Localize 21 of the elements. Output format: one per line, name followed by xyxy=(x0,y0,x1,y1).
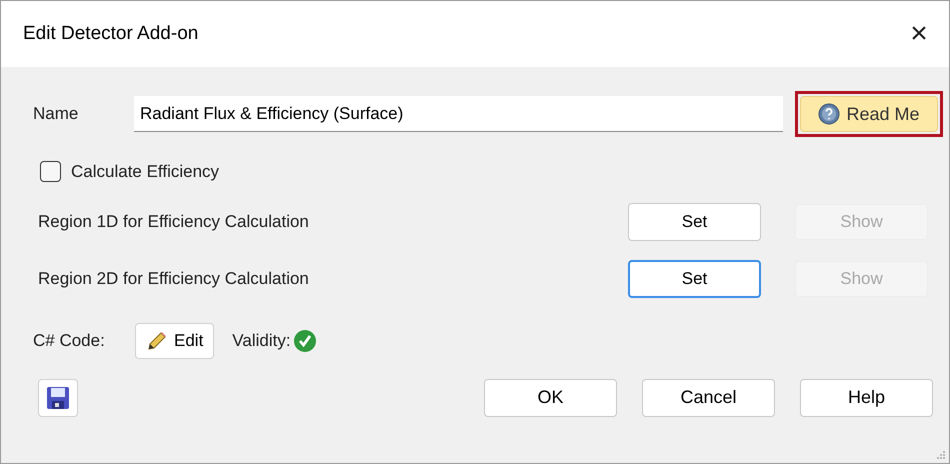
edit-button[interactable]: Edit xyxy=(135,322,214,358)
region-label: Region 2D for Efficiency Calculation xyxy=(38,268,310,290)
save-button[interactable] xyxy=(38,378,78,416)
cancel-button[interactable]: Cancel xyxy=(642,378,775,416)
read-me-button[interactable]: Read Me xyxy=(800,96,938,132)
calculate-efficiency-label: Calculate Efficiency xyxy=(71,161,220,183)
pencil-icon xyxy=(146,330,168,352)
name-label: Name xyxy=(33,103,80,126)
set-button[interactable]: Set xyxy=(628,202,761,240)
close-button[interactable]: × xyxy=(899,14,939,54)
ok-button[interactable]: OK xyxy=(484,378,617,416)
help-button[interactable]: Help xyxy=(800,378,933,416)
help-icon xyxy=(818,103,840,125)
region-label: Region 1D for Efficiency Calculation xyxy=(38,210,310,233)
validity-label: Validity: xyxy=(232,330,291,352)
resize-grip-icon xyxy=(936,450,946,460)
name-field[interactable]: Radiant Flux & Efficiency (Surface) xyxy=(134,96,783,132)
window-title: Edit Detector Add-on xyxy=(23,22,198,46)
code-label: C# Code: xyxy=(33,330,106,352)
set-button[interactable]: Set xyxy=(628,260,761,298)
calculate-efficiency-checkbox[interactable] xyxy=(40,161,61,182)
